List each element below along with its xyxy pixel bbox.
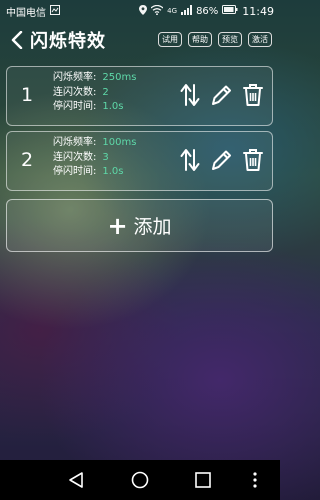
- network-type-label: 4G: [167, 7, 178, 15]
- wifi-icon: [150, 4, 164, 18]
- status-left: 中国电信: [6, 4, 60, 19]
- delete-trash-icon[interactable]: [242, 83, 264, 107]
- back-triangle-icon[interactable]: [68, 471, 84, 493]
- param-value: 250ms: [102, 72, 137, 83]
- page-title: 闪烁特效: [30, 31, 106, 52]
- reorder-arrows-icon[interactable]: [180, 83, 200, 107]
- activate-button[interactable]: 激活: [248, 32, 272, 47]
- help-button[interactable]: 帮助: [188, 32, 212, 47]
- param-row-count: 连闪次数: 2: [53, 86, 136, 101]
- effect-index: 2: [21, 149, 34, 171]
- signal-icon: [181, 4, 193, 18]
- location-icon: [139, 4, 148, 18]
- home-circle-icon[interactable]: [131, 471, 149, 493]
- carrier-label: 中国电信: [6, 7, 46, 19]
- effect-index: 1: [21, 84, 34, 106]
- param-row-frequency: 闪烁频率: 250ms: [53, 71, 136, 86]
- effect-card-1[interactable]: 1 闪烁频率: 250ms 连闪次数: 2 停闪时间: 1.0s: [6, 66, 273, 126]
- header-actions: 试用 帮助 预览 激活: [158, 32, 272, 47]
- param-value: 100ms: [102, 137, 137, 148]
- param-value: 1.0s: [102, 166, 124, 177]
- clock: 11:49: [242, 4, 274, 18]
- param-row-frequency: 闪烁频率: 100ms: [53, 136, 136, 151]
- effect-params: 闪烁频率: 250ms 连闪次数: 2 停闪时间: 1.0s: [53, 71, 136, 115]
- battery-percent: 86%: [196, 5, 219, 17]
- notification-icon: [50, 4, 60, 18]
- delete-trash-icon[interactable]: [242, 148, 264, 172]
- add-label: 添加: [133, 216, 172, 238]
- plus-icon: +: [107, 211, 128, 240]
- preview-button[interactable]: 预览: [218, 32, 242, 47]
- battery-icon: [222, 5, 238, 17]
- param-label: 停闪时间:: [53, 166, 97, 177]
- back-arrow-icon[interactable]: [8, 29, 26, 51]
- nav-bar: [0, 460, 280, 500]
- param-label: 连闪次数:: [53, 151, 97, 163]
- param-row-count: 连闪次数: 3: [53, 151, 136, 166]
- param-label: 连闪次数:: [53, 86, 97, 98]
- param-row-pause: 停闪时间: 1.0s: [53, 100, 136, 115]
- param-row-pause: 停闪时间: 1.0s: [53, 165, 136, 180]
- card-actions: [180, 83, 264, 107]
- effect-card-2[interactable]: 2 闪烁频率: 100ms 连闪次数: 3 停闪时间: 1.0s: [6, 131, 273, 191]
- recents-square-icon[interactable]: [194, 471, 212, 493]
- param-label: 闪烁频率:: [53, 72, 97, 83]
- edit-pencil-icon[interactable]: [210, 83, 232, 107]
- param-value: 1.0s: [102, 101, 124, 112]
- status-right: 4G 86% 11:49: [139, 4, 274, 18]
- param-value: 2: [102, 86, 109, 98]
- param-value: 3: [102, 151, 109, 163]
- reorder-arrows-icon[interactable]: [180, 148, 200, 172]
- param-label: 停闪时间:: [53, 101, 97, 112]
- menu-dots-icon[interactable]: [252, 471, 258, 493]
- add-effect-button[interactable]: + 添加: [6, 199, 273, 252]
- card-actions: [180, 148, 264, 172]
- app-header: 闪烁特效 试用 帮助 预览 激活: [0, 24, 280, 56]
- edit-pencil-icon[interactable]: [210, 148, 232, 172]
- effect-params: 闪烁频率: 100ms 连闪次数: 3 停闪时间: 1.0s: [53, 136, 136, 180]
- trial-button[interactable]: 试用: [158, 32, 182, 47]
- param-label: 闪烁频率:: [53, 137, 97, 148]
- status-bar: 中国电信 4G 86% 11:49: [0, 0, 280, 22]
